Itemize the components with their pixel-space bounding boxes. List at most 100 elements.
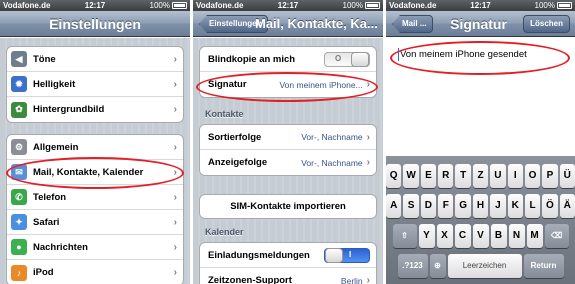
settings-row[interactable]: ⚙ Allgemein › — [7, 135, 183, 160]
settings-row[interactable]: ♪ iPod › — [7, 260, 183, 284]
flower-icon: ✿ — [11, 101, 27, 118]
kontakte-header: Kontakte — [205, 109, 244, 119]
battery-icon — [557, 2, 572, 9]
key-k[interactable]: K — [507, 194, 523, 218]
settings-row[interactable]: ✹ Helligkeit › — [7, 72, 183, 97]
chevron-right-icon: › — [173, 78, 177, 90]
battery-icon — [172, 2, 187, 9]
nav-title: Einstellungen — [49, 16, 141, 32]
anzeigefolge-label: Anzeigefolge — [208, 157, 268, 168]
key-a[interactable]: A — [386, 194, 402, 218]
key-p[interactable]: P — [542, 164, 558, 188]
delete-button[interactable]: Löschen — [523, 15, 570, 33]
key-n[interactable]: N — [508, 224, 525, 248]
mail-settings-panel: Vodafone.de 12:17 100% Einstellungen Mai… — [193, 0, 383, 284]
settings-row[interactable]: ✆ Telefon › — [7, 185, 183, 210]
chevron-right-icon: › — [366, 275, 370, 284]
toggle-off-text: O — [335, 53, 342, 63]
key-w[interactable]: W — [403, 164, 419, 188]
sun-icon: ✹ — [11, 76, 27, 92]
settings-row[interactable]: ✦ Safari › — [7, 210, 183, 235]
globe-key[interactable]: ⊕ — [429, 254, 446, 278]
speaker-icon: ◀ — [11, 51, 27, 67]
einladung-label: Einladungsmeldungen — [208, 249, 310, 261]
settings-row[interactable]: ✿ Hintergrundbild › — [7, 97, 183, 122]
return-key[interactable]: Return — [523, 254, 564, 278]
key-g[interactable]: G — [455, 194, 471, 218]
key-b[interactable]: B — [490, 224, 507, 248]
signatur-row[interactable]: Signatur Von meinem iPhone... › — [200, 72, 376, 97]
key-f[interactable]: F — [438, 194, 454, 218]
kalender-group: Einladungsmeldungen I Zeitzonen-Support … — [199, 242, 377, 284]
signature-text: Von meinem iPhone gesendet — [400, 49, 527, 60]
signature-text-area[interactable]: Von meinem iPhone gesendet — [386, 38, 575, 156]
settings-row[interactable]: ◀ Töne › — [7, 47, 183, 72]
key-l[interactable]: L — [524, 194, 541, 218]
keyboard-row-2: ASDFGHJKLÖÄ — [386, 194, 575, 218]
settings-group-1: ◀ Töne › ✹ Helligkeit › ✿ Hintergrundbild › — [6, 46, 184, 123]
gear-icon: ⚙ — [11, 139, 27, 155]
sim-import-button[interactable]: SIM-Kontakte importieren — [199, 194, 377, 219]
mail-settings-list: Blindkopie an mich O Signatur Von meinem… — [193, 38, 383, 284]
blindkopie-toggle[interactable]: O — [324, 51, 370, 67]
settings-row-label: Hintergrundbild — [33, 104, 105, 115]
key-h[interactable]: H — [472, 194, 489, 218]
key-v[interactable]: V — [472, 224, 489, 248]
mail-icon: ✉ — [11, 164, 27, 180]
kalender-header: Kalender — [205, 227, 244, 237]
key-y[interactable]: Y — [418, 224, 435, 248]
settings-row-label: Nachrichten — [33, 241, 88, 253]
key-r[interactable]: R — [438, 164, 454, 188]
backspace-key[interactable]: ⌫ — [544, 224, 569, 248]
chevron-right-icon: › — [366, 157, 370, 168]
keyboard: QWERTZUIOPÜ ASDFGHJKLÖÄ ⇧ YXCVBNM ⌫ .?12… — [386, 156, 575, 284]
key-ö[interactable]: Ö — [542, 194, 558, 218]
key-z[interactable]: Z — [472, 164, 489, 188]
zeitzonen-row[interactable]: Zeitzonen-Support Berlin › — [200, 268, 376, 284]
settings-row[interactable]: ✉ Mail, Kontakte, Kalender › — [7, 160, 183, 185]
key-o[interactable]: O — [524, 164, 541, 188]
navigation-bar: Mail ... Signatur Löschen — [386, 11, 575, 37]
settings-row-label: Telefon — [33, 191, 67, 203]
signatur-label: Signatur — [208, 79, 247, 90]
einladung-toggle[interactable]: I — [324, 247, 370, 263]
key-u[interactable]: U — [490, 164, 506, 188]
key-q[interactable]: Q — [386, 164, 402, 188]
toggle-on-text: I — [349, 249, 352, 259]
keyboard-row-1: QWERTZUIOPÜ — [386, 164, 575, 188]
nav-title: Signatur — [450, 16, 507, 32]
settings-panel: Vodafone.de 12:17 100% Einstellungen ◀ Tö… — [0, 0, 190, 284]
shift-key[interactable]: ⇧ — [392, 224, 417, 248]
keyboard-row-4: .?123 ⊕ Leerzeichen Return — [386, 254, 575, 278]
key-j[interactable]: J — [490, 194, 506, 218]
sortierfolge-row[interactable]: Sortierfolge Vor-, Nachname › — [200, 125, 376, 150]
zeitzonen-value: Berlin — [340, 275, 363, 284]
key-e[interactable]: E — [420, 164, 437, 188]
numbers-key[interactable]: .?123 — [397, 254, 428, 278]
key-c[interactable]: C — [454, 224, 471, 248]
settings-row[interactable]: ● Nachrichten › — [7, 235, 183, 260]
key-ü[interactable]: Ü — [559, 164, 575, 188]
settings-row-label: Mail, Kontakte, Kalender — [33, 166, 144, 178]
chevron-right-icon: › — [173, 166, 177, 178]
anzeigefolge-row[interactable]: Anzeigefolge Vor-, Nachname › — [200, 150, 376, 175]
status-bar: Vodafone.de 12:17 100% — [193, 0, 383, 11]
chevron-right-icon: › — [173, 53, 177, 65]
space-key[interactable]: Leerzeichen — [447, 254, 522, 278]
key-x[interactable]: X — [436, 224, 453, 248]
key-s[interactable]: S — [403, 194, 419, 218]
sortierfolge-value: Vor-, Nachname — [301, 132, 363, 142]
key-d[interactable]: D — [420, 194, 437, 218]
signatur-value: Von meinem iPhone... — [279, 79, 363, 90]
key-ä[interactable]: Ä — [559, 194, 575, 218]
zeitzonen-label: Zeitzonen-Support — [208, 275, 292, 284]
key-t[interactable]: T — [455, 164, 471, 188]
chevron-right-icon: › — [173, 216, 177, 228]
status-bar: Vodafone.de 12:17 100% — [386, 0, 575, 11]
chevron-right-icon: › — [366, 131, 370, 143]
settings-row-label: Töne — [33, 53, 56, 65]
blindkopie-label: Blindkopie an mich — [208, 53, 296, 65]
key-i[interactable]: I — [507, 164, 523, 188]
settings-row-label: Helligkeit — [33, 78, 76, 90]
key-m[interactable]: M — [526, 224, 543, 248]
